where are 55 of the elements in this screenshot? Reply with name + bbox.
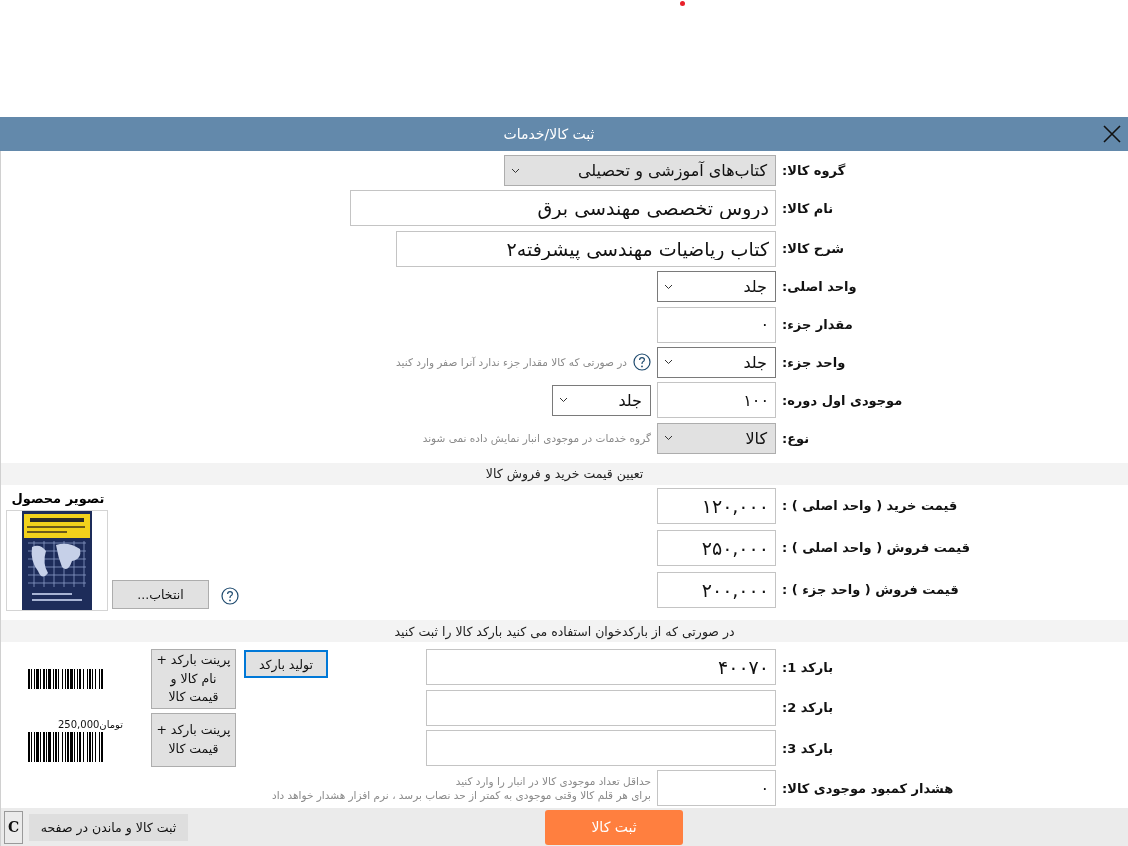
field-label: نام کالا: — [781, 200, 835, 216]
field-label: بارکد 3: — [781, 740, 835, 756]
close-icon[interactable] — [1103, 125, 1121, 143]
field-label: بارکد 2: — [781, 700, 835, 716]
unit-dropdown[interactable]: جلد — [552, 384, 651, 416]
chevron-down-icon — [664, 359, 673, 366]
field-label: قیمت خرید ( واحد اصلی ) : — [781, 498, 959, 514]
chevron-down-icon — [559, 397, 568, 404]
field-label: مقدار جزء: — [781, 317, 854, 333]
price-field[interactable]: ۲۵۰,۰۰۰ — [657, 529, 776, 566]
field-label: واحد جزء: — [781, 354, 847, 370]
field-label: واحد اصلی: — [781, 279, 858, 295]
print-button[interactable]: پرینت بارکد + نام کالا و قیمت کالا — [151, 649, 236, 710]
text-field[interactable]: کتاب ریاضیات مهندسی پیشرفته۲ — [396, 230, 776, 267]
help-icon[interactable] — [633, 353, 651, 372]
chevron-down-icon — [511, 167, 520, 174]
field-label: بارکد 1: — [781, 659, 835, 675]
text-field[interactable]: ۰ — [657, 306, 776, 343]
hint-text: حداقل تعداد موجودی کالا در انبار را وارد کنید — [455, 775, 651, 788]
text-field[interactable]: دروس تخصصی مهندسی برق — [350, 190, 776, 227]
hint-text: برای هر قلم کالا وقتی موجودی به کمتر از حد نصاب برسد ، نرم افزار هشدار خواهد داد — [271, 789, 651, 802]
text-field[interactable]: ۰ — [657, 770, 776, 807]
section-title: در صورتی که از بارکدخوان استفاده می کنید بارکد کالا را ثبت کنید — [394, 623, 735, 639]
help-icon[interactable] — [221, 586, 239, 605]
image-title: تصویر محصول — [10, 490, 106, 506]
dropdown[interactable]: کالا — [657, 422, 776, 454]
generate-barcode-button[interactable]: تولید بارکد — [244, 650, 328, 679]
hint-text: در صورتی که کالا مقدار جزء ندارد آنرا صفر وارد کنید — [396, 356, 627, 369]
cursor-dot — [680, 1, 685, 6]
price-field[interactable]: ۲۰۰,۰۰۰ — [657, 571, 776, 608]
field-label: قیمت فروش ( واحد اصلی ) : — [781, 540, 972, 556]
window-title: ثبت کالا/خدمات — [503, 126, 595, 142]
field-label: موجودی اول دوره: — [781, 392, 904, 408]
dropdown[interactable]: جلد — [657, 271, 776, 303]
save-and-stay-button[interactable]: ثبت کالا و ماندن در صفحه — [29, 813, 188, 841]
chevron-down-icon — [664, 435, 673, 442]
section-title: تعیین قیمت خرید و فروش کالا — [485, 466, 644, 482]
barcode-field[interactable]: ۴۰۰۷۰ — [426, 649, 776, 686]
barcode-field[interactable] — [426, 730, 776, 767]
choose-button[interactable]: انتخاب... — [112, 579, 209, 609]
chevron-down-icon — [664, 283, 673, 290]
text-field[interactable]: ۱۰۰ — [657, 382, 776, 419]
price-field[interactable]: ۱۲۰,۰۰۰ — [657, 487, 776, 524]
barcode-field[interactable] — [426, 689, 776, 726]
price-caption: تومان250,000 — [58, 718, 124, 730]
print-button[interactable]: پرینت بارکد + قیمت کالا — [151, 713, 236, 768]
field-label: قیمت فروش ( واحد جزء ) : — [781, 582, 960, 598]
field-label: گروه کالا: — [781, 163, 847, 178]
clear-button[interactable]: C — [4, 810, 23, 844]
field-label: شرح کالا: — [781, 241, 846, 257]
field-label: نوع: — [781, 430, 811, 446]
hint-text: گروه خدمات در موجودی انبار نمایش داده نمی شوند — [422, 432, 651, 445]
field-label: هشدار کمبود موجودی کالا: — [781, 780, 955, 796]
dropdown[interactable]: کتاب‌های آموزشی و تحصیلی — [504, 155, 776, 186]
dropdown[interactable]: جلد — [657, 346, 776, 378]
